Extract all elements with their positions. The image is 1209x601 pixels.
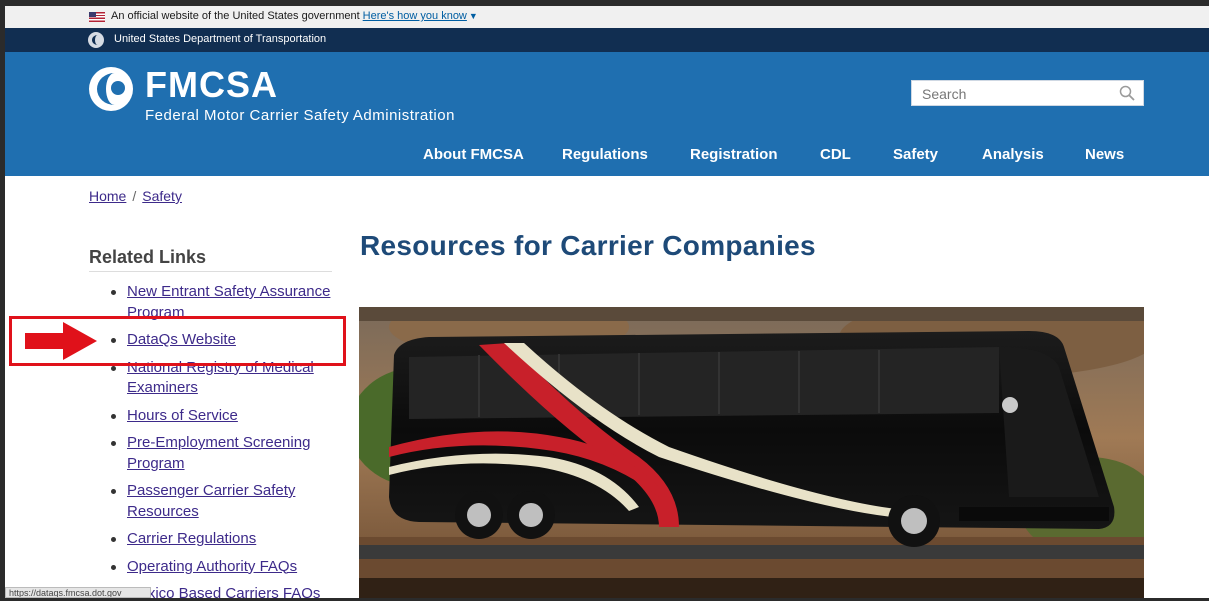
list-item: Pre-Employment Screening Program xyxy=(109,433,339,474)
browser-viewport: An official website of the United States… xyxy=(5,6,1209,598)
nav-registration[interactable]: Registration xyxy=(690,146,778,163)
heres-how-you-know-link[interactable]: Here's how you know xyxy=(363,10,467,22)
main-nav: About FMCSA Regulations Registration CDL… xyxy=(5,146,1209,172)
related-links-divider xyxy=(89,271,332,272)
fmcsa-logo-icon[interactable] xyxy=(89,67,133,111)
related-link-medical-examiners[interactable]: National Registry of Medical Examiners xyxy=(127,359,314,397)
related-link-new-entrant[interactable]: New Entrant Safety Assurance Program xyxy=(127,283,330,321)
gov-banner-text: An official website of the United States… xyxy=(111,10,360,22)
chevron-down-icon[interactable]: ▼ xyxy=(469,11,478,21)
nav-analysis[interactable]: Analysis xyxy=(982,146,1044,163)
search-icon[interactable] xyxy=(1119,85,1135,101)
related-link-dataqs[interactable]: DataQs Website xyxy=(127,331,236,348)
nav-regulations[interactable]: Regulations xyxy=(562,146,648,163)
related-link-pre-employment[interactable]: Pre-Employment Screening Program xyxy=(127,434,310,472)
motorcoach-photo xyxy=(359,307,1144,598)
list-item: Passenger Carrier Safety Resources xyxy=(109,481,339,522)
list-item: Carrier Regulations xyxy=(109,529,339,550)
related-link-passenger-carrier[interactable]: Passenger Carrier Safety Resources xyxy=(127,482,295,520)
search-input[interactable] xyxy=(920,82,1114,106)
list-item: DataQs Website xyxy=(109,330,339,351)
related-links-list: New Entrant Safety Assurance Program Dat… xyxy=(109,282,339,598)
logo-title[interactable]: FMCSA xyxy=(145,64,278,106)
status-bar-url: https://dataqs.fmcsa.dot.gov xyxy=(5,587,151,598)
breadcrumb: Home / Safety xyxy=(89,188,182,204)
related-link-mexico-carriers[interactable]: Mexico Based Carriers FAQs xyxy=(127,585,320,598)
hero-image xyxy=(359,307,1144,598)
site-header: FMCSA Federal Motor Carrier Safety Admin… xyxy=(5,52,1209,176)
dot-logo-icon[interactable] xyxy=(88,32,104,48)
us-flag-icon xyxy=(89,12,105,22)
nav-safety[interactable]: Safety xyxy=(893,146,938,163)
hero-caption-bar xyxy=(359,578,1144,598)
list-item: National Registry of Medical Examiners xyxy=(109,358,339,399)
logo-subtitle[interactable]: Federal Motor Carrier Safety Administrat… xyxy=(145,107,455,124)
breadcrumb-home[interactable]: Home xyxy=(89,188,126,204)
nav-news[interactable]: News xyxy=(1085,146,1124,163)
breadcrumb-safety[interactable]: Safety xyxy=(142,188,182,204)
related-link-hours-of-service[interactable]: Hours of Service xyxy=(127,407,238,424)
nav-about-fmcsa[interactable]: About FMCSA xyxy=(423,146,524,163)
list-item: Hours of Service xyxy=(109,406,339,427)
annotation-arrow-icon xyxy=(25,322,97,360)
gov-banner: An official website of the United States… xyxy=(5,6,1209,28)
search-box xyxy=(911,80,1144,106)
related-link-operating-authority[interactable]: Operating Authority FAQs xyxy=(127,558,297,575)
related-link-carrier-regulations[interactable]: Carrier Regulations xyxy=(127,530,256,547)
breadcrumb-separator: / xyxy=(132,188,137,204)
list-item: New Entrant Safety Assurance Program xyxy=(109,282,339,323)
nav-cdl[interactable]: CDL xyxy=(820,146,851,163)
page-title: Resources for Carrier Companies xyxy=(360,230,816,261)
dot-bar: United States Department of Transportati… xyxy=(5,28,1209,52)
related-links-heading: Related Links xyxy=(89,247,207,267)
list-item: Operating Authority FAQs xyxy=(109,557,339,578)
dot-name-link[interactable]: United States Department of Transportati… xyxy=(114,33,326,45)
